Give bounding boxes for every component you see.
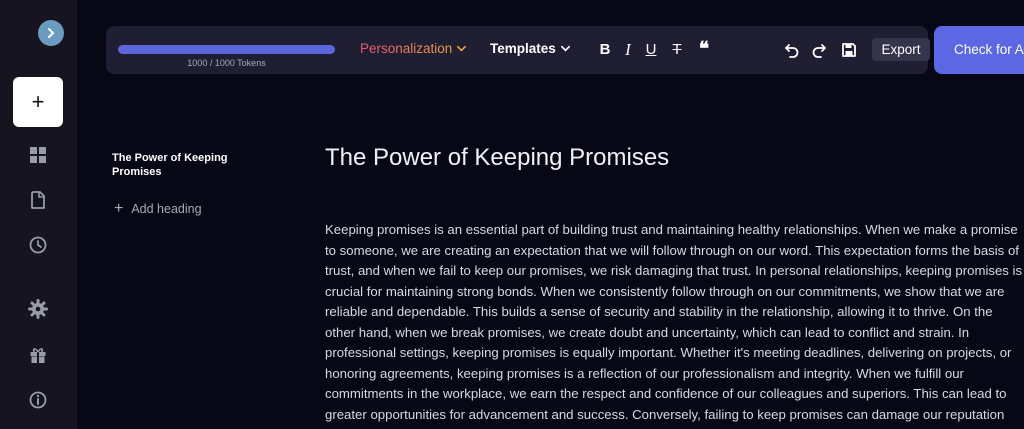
sidebar-item-documents[interactable] [26, 188, 50, 212]
add-heading-label: Add heading [131, 202, 202, 216]
undo-button[interactable] [782, 39, 802, 61]
outline-item-title[interactable]: The Power of Keeping Promises [112, 151, 262, 179]
document-text-line: trust, and when we fail to keep our prom… [325, 263, 1023, 278]
add-heading-button[interactable]: + Add heading [114, 200, 202, 217]
new-document-button[interactable]: + [13, 77, 63, 127]
plus-icon: + [114, 200, 124, 217]
settings-icon [28, 299, 48, 319]
token-progress-fill [118, 45, 335, 54]
document-text-line: Keeping promises is an essential part of… [325, 222, 1018, 237]
chevron-down-icon [457, 45, 467, 52]
bold-icon: B [599, 41, 611, 58]
sidebar: + [0, 0, 77, 429]
quote-icon: ❝ [698, 39, 710, 60]
sidebar-item-info[interactable] [26, 388, 50, 412]
check-for-ai-button[interactable]: Check for AI [934, 26, 1024, 74]
export-button[interactable]: Export [872, 38, 930, 61]
save-icon [842, 43, 856, 57]
gift-icon [30, 348, 46, 363]
document-title[interactable]: The Power of Keeping Promises [325, 144, 669, 172]
underline-button[interactable]: U [642, 39, 660, 61]
templates-label: Templates [490, 41, 556, 56]
personalization-label: Personalization [360, 41, 453, 56]
sidebar-item-history[interactable] [26, 233, 50, 257]
sidebar-item-dashboard[interactable] [26, 143, 50, 167]
templates-dropdown[interactable]: Templates [490, 41, 571, 56]
info-icon [29, 391, 47, 409]
history-icon [29, 236, 47, 254]
document-text-line: other hand, when we break promises, we c… [325, 324, 970, 340]
redo-button[interactable] [809, 39, 829, 61]
save-button[interactable] [839, 39, 859, 61]
chevron-right-icon [48, 28, 54, 38]
document-body[interactable]: Keeping promises is an essential part of… [325, 220, 1024, 425]
token-progress-bar [118, 45, 335, 54]
sidebar-item-gift[interactable] [26, 343, 50, 367]
italic-button[interactable]: I [619, 39, 637, 61]
plus-icon: + [31, 89, 45, 114]
strikethrough-icon: T [672, 41, 682, 58]
editor-toolbar: 1000 / 1000 Tokens Personalization Templ… [106, 26, 930, 74]
document-text-line: honoring agreements, keeping promises is… [325, 365, 964, 381]
quote-button[interactable]: ❝ [695, 39, 713, 61]
italic-icon: I [625, 40, 631, 59]
document-text-line: to someone, we are creating an expectati… [325, 242, 1019, 258]
dashboard-icon [30, 147, 46, 163]
bold-button[interactable]: B [596, 39, 614, 61]
strikethrough-button[interactable]: T [668, 39, 686, 61]
undo-icon [785, 44, 799, 58]
document-text-line: commitments in the workplace, we earn th… [325, 386, 1007, 401]
chevron-down-icon [560, 45, 570, 52]
app-window: + 1000 / 1000 Tokens Personalization Tem… [0, 0, 1024, 429]
sidebar-item-settings[interactable] [26, 297, 50, 321]
personalization-dropdown[interactable]: Personalization [360, 41, 467, 56]
underline-icon: U [645, 41, 657, 58]
redo-icon [812, 44, 826, 58]
token-count-label: 1000 / 1000 Tokens [187, 58, 266, 68]
document-text-line: crucial for maintaining strong bonds. Wh… [325, 283, 1005, 299]
document-text-line: greater opportunities for advancement an… [325, 406, 1005, 422]
sidebar-toggle-button[interactable] [38, 20, 64, 46]
document-icon [31, 191, 45, 209]
document-text-line: reliable and dependable. This builds a s… [325, 304, 993, 319]
document-text-line: professional settings, keeping promises … [325, 345, 1012, 360]
